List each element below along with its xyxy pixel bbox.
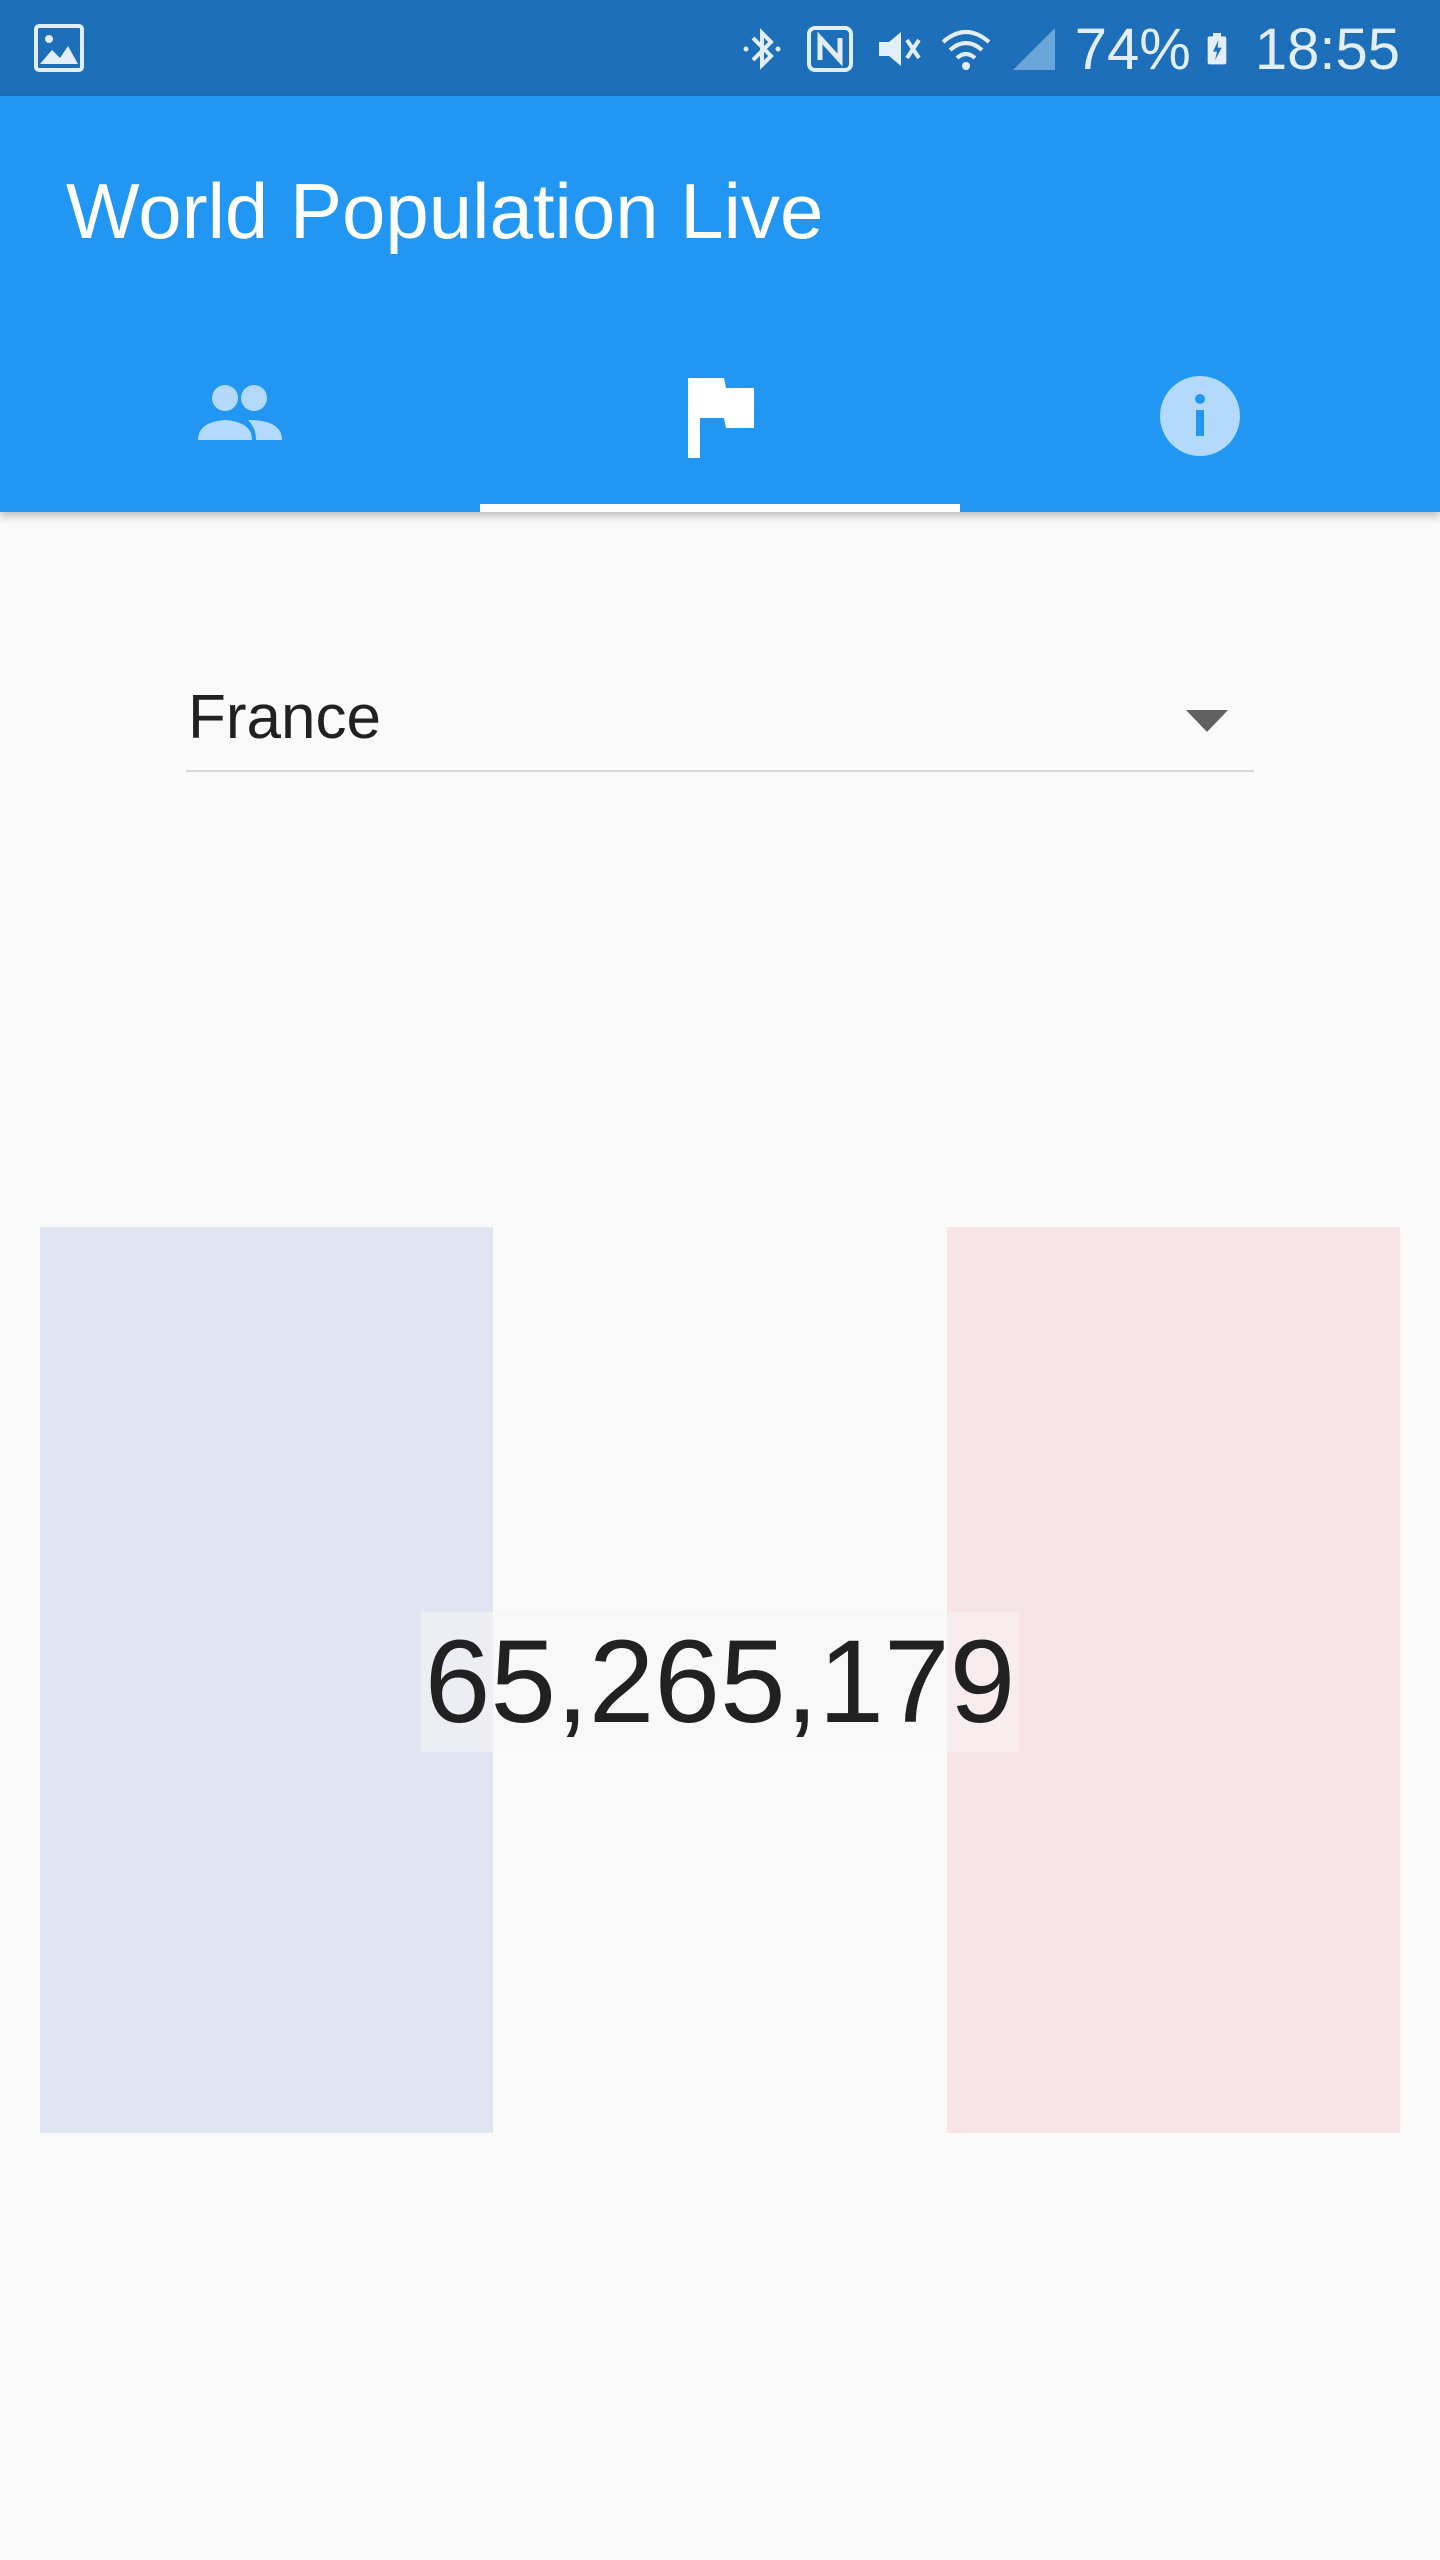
clock: 18:55 (1254, 16, 1400, 82)
country-dropdown-value: France (188, 683, 381, 752)
country-dropdown[interactable]: France (186, 642, 1254, 772)
bluetooth-icon (743, 28, 781, 70)
battery-charging-icon (1207, 33, 1227, 65)
mute-icon (878, 32, 921, 66)
battery-percent: 74% (1074, 16, 1191, 82)
tab-info[interactable] (960, 346, 1440, 512)
people-icon (198, 385, 282, 440)
nfc-icon (806, 26, 853, 72)
app-title: World Population Live (66, 167, 824, 255)
signal-icon (1012, 28, 1055, 70)
tab-country[interactable] (480, 346, 960, 512)
gallery-icon (34, 24, 84, 72)
status-bar: 74% 18:55 (0, 0, 1440, 96)
wifi-icon (941, 30, 991, 70)
tab-bar (0, 346, 1440, 512)
info-icon (1160, 376, 1240, 456)
status-icons: 74% 18:55 (735, 14, 1400, 84)
dropdown-arrow-icon (1186, 710, 1228, 732)
flag-icon (688, 378, 754, 458)
population-display: 65,265,179 (0, 1612, 1440, 1752)
tab-world[interactable] (0, 346, 480, 512)
country-page: France 65,265,179 (0, 512, 1440, 2560)
tab-indicator (480, 504, 960, 512)
app-bar: World Population Live (0, 96, 1440, 512)
population-count: 65,265,179 (420, 1612, 1020, 1752)
